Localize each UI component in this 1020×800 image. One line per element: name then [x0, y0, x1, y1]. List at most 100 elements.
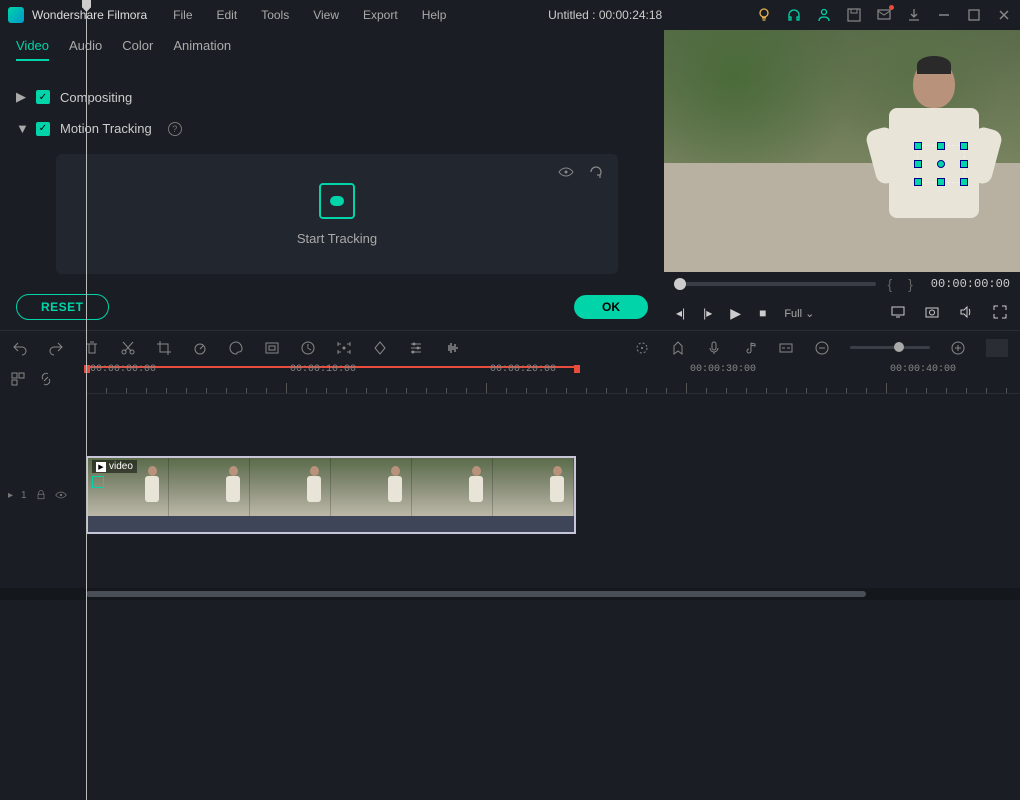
caret-right-icon: ▶ — [16, 89, 26, 105]
adjust-icon[interactable] — [408, 340, 424, 356]
undo-icon[interactable] — [12, 340, 28, 356]
menu-edit[interactable]: Edit — [209, 4, 246, 26]
redo-icon[interactable] — [48, 340, 64, 356]
tracker-handle[interactable] — [937, 178, 945, 186]
headphones-icon[interactable] — [786, 7, 802, 23]
tracker-handle[interactable] — [960, 178, 968, 186]
message-icon[interactable] — [876, 7, 892, 23]
preview-viewport[interactable] — [664, 30, 1020, 272]
quality-selector[interactable]: Full ⌄ — [784, 307, 814, 320]
tracker-handle[interactable] — [937, 142, 945, 150]
clip-label: ▶ video — [92, 460, 137, 473]
tracker-handle[interactable] — [960, 142, 968, 150]
in-out-braces[interactable]: { } — [888, 276, 919, 292]
motion-track-icon[interactable] — [336, 340, 352, 356]
motion-tracking-row[interactable]: ▼ ✓ Motion Tracking ? — [16, 113, 648, 144]
lock-icon[interactable] — [35, 489, 47, 501]
ruler-mark: 00:00:30:00 — [690, 364, 756, 375]
tracker-handle[interactable] — [914, 142, 922, 150]
timeline-mode-icon[interactable] — [986, 339, 1008, 357]
motion-tracking-label: Motion Tracking — [60, 121, 152, 136]
save-icon[interactable] — [846, 7, 862, 23]
speed-icon[interactable] — [192, 340, 208, 356]
video-track-header[interactable]: ▸ 1 — [0, 456, 86, 534]
menu-view[interactable]: View — [305, 4, 347, 26]
maximize-icon[interactable] — [966, 7, 982, 23]
crop-icon[interactable] — [156, 340, 172, 356]
step-back-icon[interactable]: ◂| — [676, 306, 685, 320]
link-icon[interactable] — [38, 371, 54, 387]
zoom-in-icon[interactable] — [950, 340, 966, 356]
marker-icon[interactable] — [670, 340, 686, 356]
cut-icon[interactable] — [120, 340, 136, 356]
start-tracking-panel: Start Tracking — [56, 154, 618, 274]
close-icon[interactable] — [996, 7, 1012, 23]
compositing-label: Compositing — [60, 90, 132, 105]
tracker-handle[interactable] — [914, 178, 922, 186]
tab-color[interactable]: Color — [122, 38, 153, 61]
timeline-scrollbar[interactable] — [86, 591, 866, 597]
frame-back-icon[interactable]: |▸ — [703, 306, 712, 320]
ruler-mark: 00:00:40:00 — [890, 364, 956, 375]
clip-effect-icon — [92, 476, 104, 488]
tab-video[interactable]: Video — [16, 38, 49, 61]
preview-scrubber[interactable] — [674, 282, 876, 286]
clip-type-icon: ▶ — [96, 462, 106, 472]
lightbulb-icon[interactable] — [756, 7, 772, 23]
project-title: Untitled : 00:00:24:18 — [462, 8, 748, 22]
tracker-handle[interactable] — [914, 160, 922, 168]
caret-down-icon: ▼ — [16, 121, 26, 136]
audio-icon[interactable] — [444, 340, 460, 356]
media-bin-icon[interactable] — [10, 371, 26, 387]
track-number: 1 — [21, 490, 27, 501]
record-icon[interactable] — [706, 340, 722, 356]
motion-tracking-checkbox[interactable]: ✓ — [36, 122, 50, 136]
ok-button[interactable]: OK — [574, 295, 648, 319]
menu-export[interactable]: Export — [355, 4, 406, 26]
eye-tracking-icon[interactable] — [558, 164, 574, 180]
clip-audio-waveform — [88, 516, 574, 532]
keyframe-icon[interactable] — [372, 340, 388, 356]
reset-button[interactable]: RESET — [16, 294, 109, 320]
tracking-box[interactable] — [917, 145, 965, 183]
playhead-line — [86, 364, 87, 600]
render-icon[interactable] — [634, 340, 650, 356]
compositing-row[interactable]: ▶ ✓ Compositing — [16, 81, 648, 113]
tracking-target-icon[interactable] — [319, 183, 355, 219]
refresh-icon[interactable] — [588, 164, 604, 180]
account-icon[interactable] — [816, 7, 832, 23]
audio-mixer-icon[interactable] — [742, 340, 758, 356]
ruler-mark: 00:00:10:00 — [290, 364, 356, 375]
zoom-out-icon[interactable] — [814, 340, 830, 356]
video-clip[interactable]: ▶ video — [86, 456, 576, 534]
ruler-mark: 00:00:20:00 — [490, 364, 556, 375]
tracker-handle[interactable] — [960, 160, 968, 168]
play-icon[interactable]: ▶ — [730, 305, 741, 322]
fullscreen-icon[interactable] — [992, 304, 1008, 323]
app-logo — [8, 7, 24, 23]
tab-animation[interactable]: Animation — [173, 38, 231, 61]
timeline-ruler[interactable]: 00:00:00:00 00:00:10:00 00:00:20:00 00:0… — [86, 364, 1020, 394]
zoom-slider[interactable] — [850, 346, 930, 349]
menu-file[interactable]: File — [165, 4, 200, 26]
download-icon[interactable] — [906, 7, 922, 23]
start-tracking-label[interactable]: Start Tracking — [297, 231, 377, 246]
compositing-checkbox[interactable]: ✓ — [36, 90, 50, 104]
stop-icon[interactable]: ■ — [759, 306, 766, 320]
minimize-icon[interactable] — [936, 7, 952, 23]
help-icon[interactable]: ? — [168, 122, 182, 136]
preview-timecode: 00:00:00:00 — [931, 277, 1010, 291]
eye-icon[interactable] — [55, 489, 67, 501]
duration-icon[interactable] — [300, 340, 316, 356]
menu-help[interactable]: Help — [414, 4, 455, 26]
tracker-center[interactable] — [937, 160, 945, 168]
menu-tools[interactable]: Tools — [253, 4, 297, 26]
track-video-icon: ▸ — [8, 490, 13, 501]
snapshot-icon[interactable] — [924, 304, 940, 323]
green-screen-icon[interactable] — [264, 340, 280, 356]
ruler-mark: 00:00:00:00 — [90, 364, 156, 375]
display-icon[interactable] — [890, 304, 906, 323]
volume-icon[interactable] — [958, 304, 974, 323]
subtitle-icon[interactable] — [778, 340, 794, 356]
color-icon[interactable] — [228, 340, 244, 356]
